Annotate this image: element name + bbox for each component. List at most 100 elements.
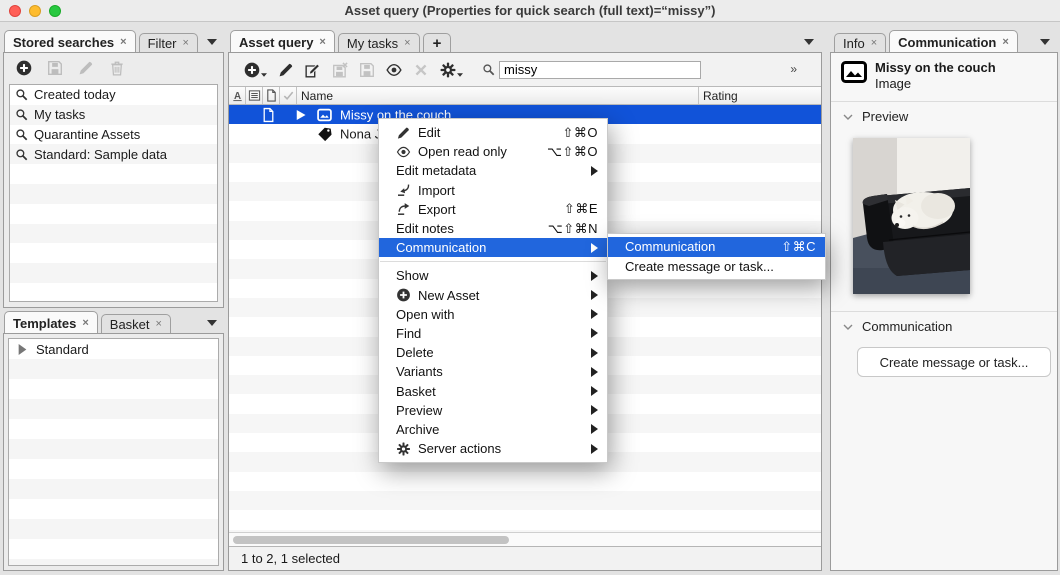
tab-stored-searches[interactable]: Stored searches × bbox=[4, 30, 136, 53]
menu-item-server-actions[interactable]: Server actions bbox=[379, 439, 607, 458]
tab-asset-query[interactable]: Asset query × bbox=[230, 30, 335, 53]
expand-triangle-icon[interactable] bbox=[18, 344, 27, 355]
menu-item-show[interactable]: Show bbox=[379, 266, 607, 285]
check-icon bbox=[282, 89, 295, 102]
menu-item-label: Communication bbox=[396, 240, 486, 255]
empty-row bbox=[9, 399, 218, 419]
menu-item-communication[interactable]: Communication⇧⌘C bbox=[608, 237, 825, 257]
tab-label: Communication bbox=[898, 35, 996, 50]
close-icon[interactable]: × bbox=[82, 318, 88, 329]
menu-item-edit-metadata[interactable]: Edit metadata bbox=[379, 161, 607, 180]
close-icon[interactable]: × bbox=[319, 37, 325, 48]
add-search-icon[interactable] bbox=[16, 60, 32, 76]
chevron-down-icon bbox=[843, 114, 853, 120]
submenu-arrow-icon bbox=[591, 424, 598, 434]
empty-row bbox=[10, 263, 217, 283]
tab-communication[interactable]: Communication × bbox=[889, 30, 1018, 53]
minimize-window-button[interactable] bbox=[29, 5, 41, 17]
tab-info[interactable]: Info × bbox=[834, 33, 886, 53]
column-header-doc[interactable] bbox=[263, 87, 280, 104]
panel-menu-icon[interactable] bbox=[207, 39, 217, 45]
close-icon[interactable]: × bbox=[404, 38, 410, 49]
menu-item-delete[interactable]: Delete bbox=[379, 343, 607, 362]
scrollbar-thumb[interactable] bbox=[233, 536, 509, 544]
tab-templates[interactable]: Templates × bbox=[4, 311, 98, 334]
close-window-button[interactable] bbox=[9, 5, 21, 17]
menu-item-import[interactable]: Import bbox=[379, 181, 607, 200]
gear-icon bbox=[396, 442, 411, 456]
stored-search-item-my-tasks[interactable]: My tasks bbox=[10, 105, 217, 125]
menu-shortcut: ⇧⌘O bbox=[562, 125, 598, 141]
quick-search-input[interactable] bbox=[499, 61, 701, 79]
menu-separator bbox=[380, 261, 606, 262]
close-icon[interactable]: × bbox=[1002, 37, 1008, 48]
menu-item-export[interactable]: Export ⇧⌘E bbox=[379, 200, 607, 219]
view-icon[interactable] bbox=[386, 62, 402, 78]
list-lines-icon bbox=[248, 89, 261, 102]
zoom-window-button[interactable] bbox=[49, 5, 61, 17]
menu-item-edit[interactable]: Edit⇧⌘O bbox=[379, 123, 607, 142]
menu-item-edit-notes[interactable]: Edit notes⌥⇧⌘N bbox=[379, 219, 607, 238]
menu-item-basket[interactable]: Basket bbox=[379, 381, 607, 400]
column-header-name[interactable]: Name bbox=[297, 87, 699, 104]
menu-item-variants[interactable]: Variants bbox=[379, 362, 607, 381]
tab-filter[interactable]: Filter × bbox=[139, 33, 198, 53]
tab-my-tasks[interactable]: My tasks × bbox=[338, 33, 420, 53]
menu-item-create-message-or-task[interactable]: Create message or task... bbox=[608, 257, 825, 277]
new-asset-button[interactable] bbox=[244, 62, 267, 78]
menu-item-label: Import bbox=[418, 183, 455, 198]
edit-search-icon bbox=[78, 60, 94, 76]
import-icon bbox=[396, 183, 411, 197]
panel-menu-icon[interactable] bbox=[1040, 39, 1050, 45]
menu-item-label: Find bbox=[396, 326, 421, 341]
menu-item-communication[interactable]: Communication bbox=[379, 238, 607, 257]
create-message-button[interactable]: Create message or task... bbox=[857, 347, 1051, 377]
column-header-rating[interactable]: Rating bbox=[699, 87, 821, 104]
close-icon[interactable]: × bbox=[120, 37, 126, 48]
panel-menu-icon[interactable] bbox=[207, 320, 217, 326]
document-icon bbox=[261, 107, 276, 122]
close-icon[interactable]: × bbox=[156, 319, 162, 330]
stored-search-item-quarantine-assets[interactable]: Quarantine Assets bbox=[10, 125, 217, 145]
image-type-icon bbox=[841, 61, 867, 83]
expand-play-icon bbox=[293, 107, 308, 122]
column-header-list[interactable] bbox=[246, 87, 263, 104]
tag-icon bbox=[317, 126, 332, 141]
edit-metadata-icon[interactable] bbox=[305, 62, 321, 78]
close-icon[interactable]: × bbox=[871, 38, 877, 49]
menu-item-label: Variants bbox=[396, 364, 443, 379]
template-item-standard[interactable]: Standard bbox=[9, 339, 218, 359]
menu-shortcut: ⇧⌘E bbox=[564, 201, 598, 217]
actions-button[interactable] bbox=[440, 62, 463, 78]
communication-section-header[interactable]: Communication bbox=[843, 319, 952, 334]
toolbar-overflow-button[interactable]: » bbox=[790, 62, 797, 76]
stored-search-item-created-today[interactable]: Created today bbox=[10, 85, 217, 105]
menu-item-label: Edit metadata bbox=[396, 163, 476, 178]
asset-toolbar bbox=[229, 53, 821, 86]
menu-item-label: Archive bbox=[396, 422, 439, 437]
menu-item-label: Export bbox=[418, 202, 456, 217]
tab-basket[interactable]: Basket × bbox=[101, 314, 171, 334]
preview-image[interactable] bbox=[853, 138, 970, 294]
menu-item-open-with[interactable]: Open with bbox=[379, 305, 607, 324]
empty-row bbox=[229, 491, 821, 510]
edit-asset-icon[interactable] bbox=[278, 62, 294, 78]
menu-item-preview[interactable]: Preview bbox=[379, 401, 607, 420]
stored-search-item-standard-sample-data[interactable]: Standard: Sample data bbox=[10, 144, 217, 164]
column-header-check[interactable] bbox=[280, 87, 297, 104]
menu-item-find[interactable]: Find bbox=[379, 324, 607, 343]
menu-item-new-asset[interactable]: New Asset bbox=[379, 286, 607, 305]
preview-section-header[interactable]: Preview bbox=[843, 109, 908, 124]
new-tab-button[interactable]: + bbox=[423, 33, 452, 53]
horizontal-scrollbar[interactable] bbox=[229, 532, 821, 546]
menu-item-archive[interactable]: Archive bbox=[379, 420, 607, 439]
menu-item-open-read-only[interactable]: Open read only⌥⇧⌘O bbox=[379, 142, 607, 161]
magnifier-icon bbox=[15, 148, 28, 161]
column-header-font[interactable]: A bbox=[229, 87, 246, 104]
tab-label: Asset query bbox=[239, 35, 313, 50]
menu-item-label: Preview bbox=[396, 403, 442, 418]
panel-menu-icon[interactable] bbox=[804, 39, 814, 45]
status-bar: 1 to 2, 1 selected bbox=[229, 546, 821, 570]
close-icon[interactable]: × bbox=[183, 38, 189, 49]
list-item-label: Quarantine Assets bbox=[34, 127, 140, 142]
